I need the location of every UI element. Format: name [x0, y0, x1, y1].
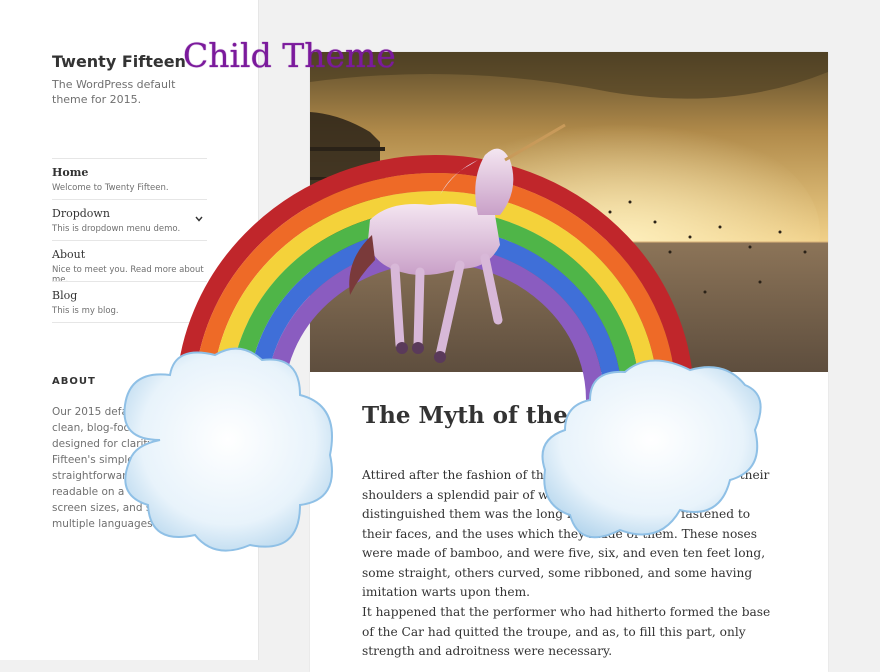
menu-item-label[interactable]: Home — [52, 166, 207, 179]
menu-item-label[interactable]: About — [52, 248, 207, 261]
sidebar: Twenty Fifteen The WordPress default the… — [0, 0, 259, 660]
site-title[interactable]: Twenty Fifteen — [52, 52, 186, 71]
chevron-down-icon[interactable] — [195, 214, 203, 225]
menu-item-label[interactable]: Blog — [52, 289, 207, 302]
menu-item-about[interactable]: About Nice to meet you. Read more about … — [52, 240, 207, 285]
post-paragraph: Attired after the fashion of the Middle … — [362, 468, 770, 599]
menu-item-description: Welcome to Twenty Fifteen. — [52, 183, 169, 193]
post-title[interactable]: The Myth of the Pegasus — [362, 402, 681, 429]
menu-item-label[interactable]: Dropdown — [52, 207, 207, 220]
menu-item-dropdown[interactable]: Dropdown This is dropdown menu demo. — [52, 199, 207, 240]
widget-text: Our 2015 default theme is clean, blog-fo… — [52, 406, 209, 530]
main-navigation: Home Welcome to Twenty Fifteen. Dropdown… — [52, 158, 207, 323]
post-paragraph: It happened that the performer who had h… — [362, 605, 771, 658]
child-theme-label: Child Theme — [183, 36, 396, 75]
menu-item-description: This is my blog. — [52, 306, 119, 316]
menu-item-home[interactable]: Home Welcome to Twenty Fifteen. — [52, 158, 207, 199]
widget-title: ABOUT — [52, 376, 96, 387]
site-description: The WordPress default theme for 2015. — [52, 78, 176, 106]
post-article: The Myth of the Pegasus Attired after th… — [310, 52, 828, 672]
featured-image — [310, 52, 828, 372]
menu-item-blog[interactable]: Blog This is my blog. — [52, 281, 207, 323]
menu-item-description: This is dropdown menu demo. — [52, 224, 181, 234]
